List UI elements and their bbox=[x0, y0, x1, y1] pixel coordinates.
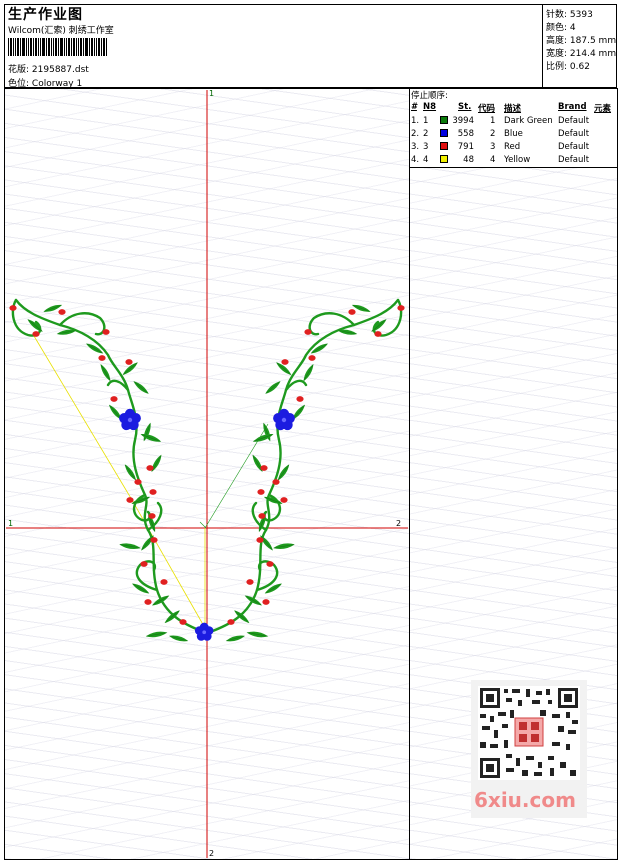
watermark-text: 6xiu.com bbox=[474, 788, 576, 812]
axis-label-bottom: 2 bbox=[209, 849, 215, 858]
left-vine-branch bbox=[9, 300, 204, 643]
bottom-flower bbox=[194, 622, 214, 641]
jump-stitches bbox=[33, 335, 206, 629]
axis-label-top: 1 bbox=[209, 89, 215, 98]
axis-label-right: 2 bbox=[396, 519, 402, 528]
qr-code-image bbox=[478, 686, 580, 780]
axis-label-left: 1 bbox=[8, 519, 14, 528]
